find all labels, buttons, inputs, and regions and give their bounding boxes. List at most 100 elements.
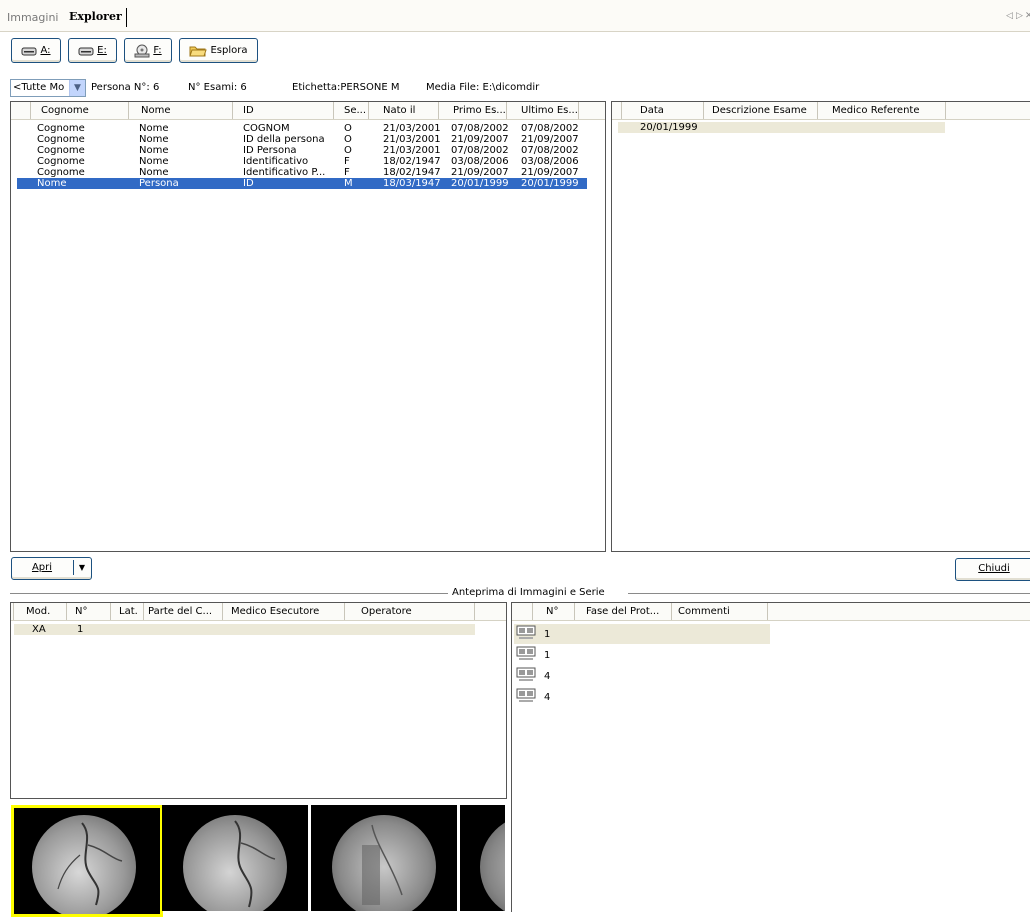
column-header-commenti[interactable]: Commenti	[672, 603, 768, 620]
table-row[interactable]: Cognome Nome Identificativo F 18/02/1947 03/0…	[17, 156, 587, 167]
table-cell: 21/03/2001	[383, 145, 441, 156]
persona-count: Persona N°: 6	[91, 82, 160, 93]
cd-drive-icon	[134, 44, 150, 57]
drive-e-button[interactable]: E:	[68, 38, 117, 63]
image-thumbnail[interactable]	[311, 805, 457, 911]
table-cell: 18/03/1947	[383, 178, 441, 189]
modality-select[interactable]: <Tutte Mo ▼	[10, 79, 86, 97]
column-header-medico-referente[interactable]: Medico Referente	[818, 102, 946, 119]
column-header-descrizione[interactable]: Descrizione Esame	[704, 102, 818, 119]
table-cell: 07/08/2002	[521, 145, 579, 156]
image-frame-icon	[516, 646, 536, 660]
column-header-fase-protocollo[interactable]: Fase del Prot...	[575, 603, 672, 620]
column-header-medico-esecutore[interactable]: Medico Esecutore	[223, 603, 345, 620]
table-cell: M	[344, 178, 353, 189]
tab-scroll-left-icon[interactable]: ◁	[1006, 11, 1013, 21]
column-header-lat[interactable]: Lat.	[111, 603, 144, 620]
table-cell: O	[344, 123, 352, 134]
drive-icon	[78, 47, 94, 55]
tab-immagini[interactable]: Immagini	[7, 11, 58, 24]
angiogram-image	[332, 815, 436, 911]
tab-separator	[126, 8, 127, 27]
table-row[interactable]: Cognome Nome ID Persona O 21/03/2001 07/08/20…	[17, 145, 587, 156]
image-number-cell: 1	[544, 650, 551, 661]
angiogram-image	[480, 815, 505, 911]
column-header-mod[interactable]: Mod.	[14, 603, 67, 620]
column-header-data[interactable]: Data	[622, 102, 704, 119]
tab-scroll-right-icon[interactable]: ▷	[1016, 11, 1023, 21]
esami-count: N° Esami: 6	[188, 82, 247, 93]
image-thumbnail[interactable]	[162, 805, 308, 911]
column-header-id[interactable]: ID	[233, 102, 334, 119]
table-cell: ID	[243, 178, 254, 189]
table-cell: 21/09/2007	[451, 134, 509, 145]
table-cell: Nome	[139, 134, 169, 145]
table-cell: 18/02/1947	[383, 156, 441, 167]
table-cell: 21/03/2001	[383, 134, 441, 145]
table-cell: F	[344, 156, 350, 167]
apri-button[interactable]: Apri	[12, 558, 72, 577]
chiudi-button[interactable]: Chiudi	[955, 558, 1030, 581]
table-row[interactable]: 1	[514, 624, 770, 644]
column-header-nome[interactable]: Nome	[129, 102, 233, 119]
table-cell: Nome	[139, 123, 169, 134]
column-header-ultimo-esame[interactable]: Ultimo Es...	[507, 102, 579, 119]
drive-e-label: E:	[97, 45, 107, 56]
table-row[interactable]: 20/01/1999	[618, 122, 945, 133]
table-row[interactable]: Cognome Nome Identificativo P... F 18/02/194…	[17, 167, 587, 178]
divider	[628, 593, 1030, 594]
images-table-header: N° Fase del Prot... Commenti	[512, 603, 1030, 621]
table-row[interactable]: 1	[514, 645, 770, 665]
image-frame-icon	[516, 625, 536, 639]
modality-select-value: <Tutte Mo	[13, 82, 65, 93]
apri-split-button: Apri ▼	[11, 557, 92, 580]
angiogram-image	[32, 815, 136, 914]
drive-f-button[interactable]: F:	[124, 38, 172, 63]
table-row[interactable]: Cognome Nome ID della persona O 21/03/2001 21…	[17, 134, 587, 145]
column-header-operatore[interactable]: Operatore	[345, 603, 475, 620]
preview-section-title: Anteprima di Immagini e Serie	[452, 587, 605, 598]
patients-table: Cognome Nome ID Se... Nato il Primo Es..…	[10, 101, 606, 552]
table-cell: 20/01/1999	[451, 178, 509, 189]
table-cell: Cognome	[37, 156, 85, 167]
column-header-spacer	[612, 102, 622, 119]
series-table: Mod. N° Lat. Parte del C... Medico Esecu…	[10, 602, 507, 799]
table-cell: 03/08/2006	[521, 156, 579, 167]
tab-explorer[interactable]: Explorer	[69, 10, 122, 23]
image-frame-icon	[516, 688, 536, 702]
column-header-parte-del-corpo[interactable]: Parte del C...	[144, 603, 223, 620]
table-row[interactable]: Nome Persona ID M 18/03/1947 20/01/1999 20/01/…	[17, 178, 587, 189]
column-header-sesso[interactable]: Se...	[334, 102, 369, 119]
table-cell: Identificativo	[243, 156, 309, 167]
chevron-down-icon[interactable]: ▼	[69, 80, 85, 96]
table-row[interactable]: 4	[514, 687, 770, 707]
series-table-header: Mod. N° Lat. Parte del C... Medico Esecu…	[11, 603, 506, 621]
column-header-nato-il[interactable]: Nato il	[369, 102, 439, 119]
drive-a-label: A:	[40, 45, 51, 56]
image-thumbnail[interactable]	[11, 805, 163, 917]
column-header-primo-esame[interactable]: Primo Es...	[439, 102, 507, 119]
table-cell: O	[344, 134, 352, 145]
table-cell: 21/09/2007	[451, 167, 509, 178]
drive-a-button[interactable]: A:	[11, 38, 61, 63]
table-cell: O	[344, 145, 352, 156]
images-table: N° Fase del Prot... Commenti 1 1 4 4	[511, 602, 1030, 912]
table-row[interactable]: Cognome Nome COGNOM O 21/03/2001 07/08/2002 07…	[17, 123, 587, 134]
table-cell: 20/01/1999	[521, 178, 579, 189]
column-header-spacer	[11, 102, 31, 119]
column-header-numero[interactable]: N°	[67, 603, 111, 620]
exam-date-cell: 20/01/1999	[640, 122, 698, 133]
table-row[interactable]: 4	[514, 666, 770, 686]
close-icon[interactable]: ✕	[1025, 11, 1030, 21]
table-cell: F	[344, 167, 350, 178]
table-cell: Cognome	[37, 145, 85, 156]
table-row[interactable]: XA 1	[14, 624, 475, 635]
esplora-button[interactable]: Esplora	[179, 38, 258, 63]
vessel-overlay	[234, 820, 276, 908]
column-header-cognome[interactable]: Cognome	[31, 102, 129, 119]
column-header-numero[interactable]: N°	[533, 603, 575, 620]
etichetta-label: Etichetta:PERSONE M	[292, 82, 400, 93]
chevron-down-icon[interactable]: ▼	[75, 558, 89, 577]
image-thumbnail[interactable]	[460, 805, 505, 911]
vessel-overlay	[57, 822, 123, 906]
